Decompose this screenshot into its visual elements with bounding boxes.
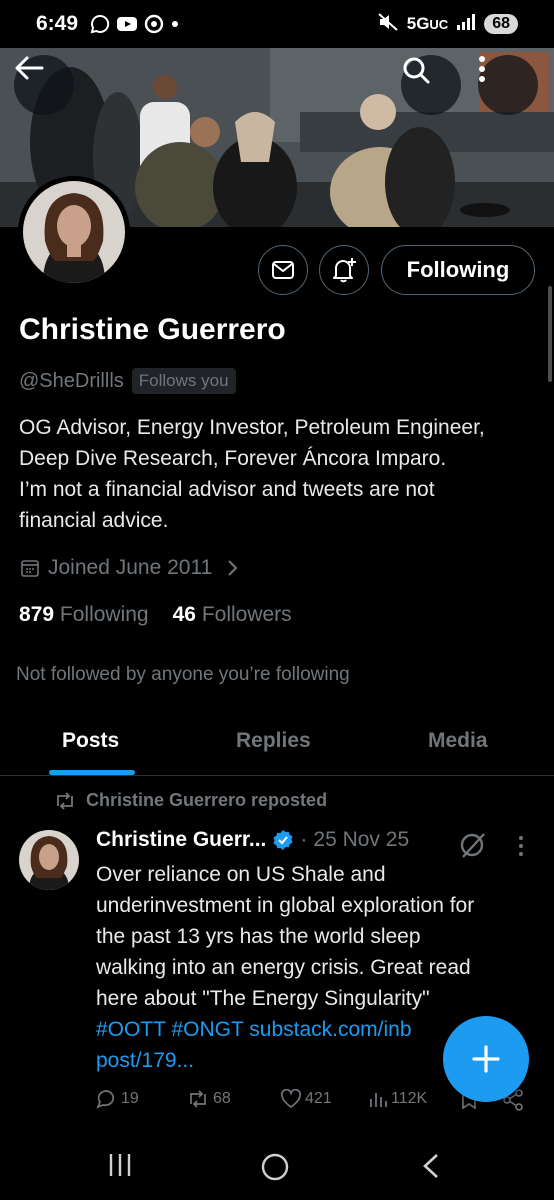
bio-line: OG Advisor, Energy Investor, Petroleum E…	[19, 416, 485, 439]
back-button[interactable]	[14, 55, 74, 115]
home-button[interactable]	[260, 1152, 290, 1187]
signal-icon	[456, 13, 476, 35]
repost-indicator: Christine Guerrero reposted	[54, 790, 327, 811]
notification-icons	[90, 14, 180, 34]
reply-action[interactable]: 19	[96, 1089, 139, 1109]
more-vertical-icon	[479, 56, 485, 82]
battery-indicator: 68	[484, 14, 518, 34]
plus-icon	[472, 1045, 500, 1073]
post-header: Christine Guerr... · 25 Nov 25	[96, 828, 409, 852]
repost-icon	[190, 1090, 206, 1108]
avatar-photo	[23, 181, 125, 283]
search-icon	[403, 57, 430, 84]
notifications-button[interactable]	[319, 245, 369, 295]
post-date: 25 Nov 25	[313, 828, 410, 851]
profile-avatar[interactable]	[18, 176, 130, 288]
bell-plus-icon	[333, 258, 356, 283]
chrome-icon	[144, 14, 164, 34]
url-link[interactable]: post/179...	[96, 1049, 194, 1072]
post-text-line: underinvestment in global exploration fo…	[96, 894, 475, 917]
profile-tabs: Posts Replies Media	[0, 712, 554, 776]
mutual-followers-note: Not followed by anyone you’re following	[16, 664, 350, 685]
repost-count: 68	[213, 1090, 231, 1107]
back-nav-button[interactable]	[420, 1152, 442, 1185]
network-label: 5GUC	[406, 14, 449, 33]
compose-post-button[interactable]	[443, 1016, 529, 1102]
system-icons: 5GUC 68	[377, 12, 518, 36]
repost-action[interactable]: 68	[186, 1089, 231, 1109]
repost-label: Christine Guerrero reposted	[86, 790, 328, 810]
status-bar: 6:49 5GUC 68	[0, 0, 554, 48]
followers-stat[interactable]: 46 Followers	[173, 603, 292, 627]
post-text-line: walking into an energy crisis. Great rea…	[96, 956, 471, 979]
status-time: 6:49	[36, 12, 79, 35]
bio-line: I’m not a financial advisor and tweets a…	[19, 478, 435, 501]
heart-icon	[280, 1089, 302, 1109]
like-action[interactable]: 421	[280, 1089, 332, 1109]
chat-icon	[90, 14, 110, 34]
arrow-left-icon	[15, 56, 44, 80]
envelope-icon	[272, 261, 294, 279]
joined-label: Joined June 2011	[48, 556, 213, 579]
youtube-icon	[116, 15, 138, 33]
joined-date[interactable]: Joined June 2011	[20, 556, 240, 580]
reply-count: 19	[121, 1090, 139, 1107]
follows-you-badge: Follows you	[131, 368, 236, 394]
reply-icon	[96, 1090, 115, 1109]
system-nav-bar	[0, 1122, 554, 1200]
bio-line: Deep Dive Research, Forever Áncora Impar…	[19, 447, 447, 470]
profile-bio: OG Advisor, Energy Investor, Petroleum E…	[19, 412, 539, 536]
mute-vibrate-icon	[377, 12, 399, 36]
post-more-button[interactable]	[517, 835, 525, 862]
post-text-line: the past 13 yrs has the world sleep	[96, 925, 421, 948]
post-author[interactable]: Christine Guerr...	[96, 828, 266, 852]
tab-replies[interactable]: Replies	[236, 729, 311, 753]
follow-stats: 879 Following 46 Followers	[19, 603, 292, 627]
hashtag-link[interactable]: #OOTT	[96, 1018, 166, 1041]
home-icon	[261, 1153, 289, 1181]
profile-handle: @SheDrillls	[19, 369, 124, 392]
post-date-separator: ·	[300, 828, 308, 851]
recent-apps-icon	[109, 1154, 131, 1176]
like-count: 421	[305, 1090, 332, 1107]
post-text-line: Over reliance on US Shale and	[96, 863, 386, 886]
views-chart-icon	[370, 1093, 387, 1107]
url-link[interactable]: substack.com/inb	[249, 1018, 411, 1041]
recent-apps-button[interactable]	[107, 1152, 133, 1183]
active-tab-indicator	[49, 770, 135, 775]
views-action[interactable]: 112K	[368, 1089, 427, 1109]
search-button[interactable]	[401, 55, 461, 115]
hashtag-link[interactable]: #ONGT	[171, 1018, 243, 1041]
chevron-left-icon	[423, 1154, 438, 1178]
verified-badge-icon	[273, 830, 293, 850]
following-button[interactable]: Following	[381, 245, 535, 295]
message-button[interactable]	[258, 245, 308, 295]
post-avatar[interactable]	[19, 830, 79, 890]
more-vertical-icon	[519, 836, 523, 856]
chevron-right-icon	[228, 560, 238, 576]
handle-row: @SheDrillls Follows you	[19, 368, 236, 394]
views-count: 112K	[391, 1090, 428, 1107]
bio-line: financial advice.	[19, 509, 169, 532]
tab-posts[interactable]: Posts	[62, 729, 119, 753]
tab-media[interactable]: Media	[428, 729, 488, 753]
post-text-line: here about "The Energy Singularity"	[96, 987, 430, 1010]
avatar-photo	[19, 830, 79, 890]
following-stat[interactable]: 879 Following	[19, 603, 149, 627]
profile-name: Christine Guerrero	[19, 313, 286, 346]
dot-icon	[170, 19, 180, 29]
more-options-button[interactable]	[478, 55, 538, 115]
calendar-icon	[21, 560, 39, 577]
repost-icon	[57, 791, 73, 810]
scrollbar[interactable]	[548, 286, 552, 382]
